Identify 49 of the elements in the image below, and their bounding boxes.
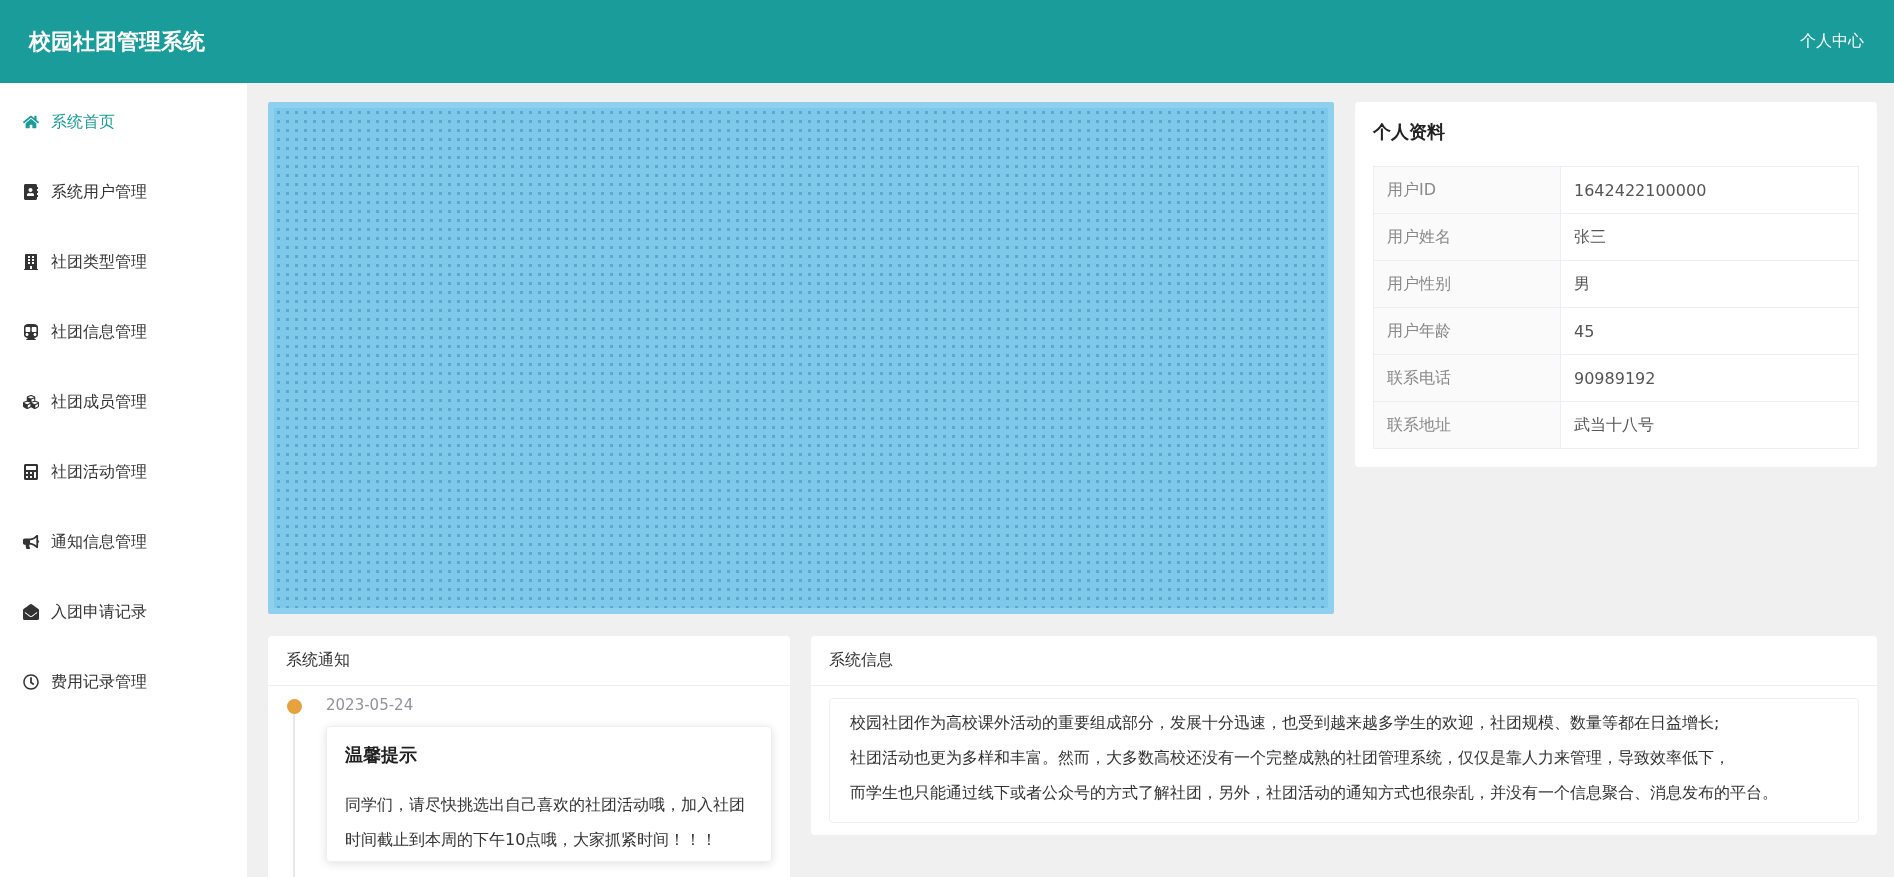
sidebar-item[interactable]: 通知信息管理 [0, 507, 247, 577]
profile-label-cell: 用户性别 [1373, 260, 1561, 308]
profile-label-cell: 联系电话 [1373, 354, 1561, 402]
sidebar-item[interactable]: 系统用户管理 [0, 157, 247, 227]
sidebar-item[interactable]: 社团类型管理 [0, 227, 247, 297]
profile-value-cell: 1642422100000 [1560, 166, 1859, 214]
profile-label-cell: 用户姓名 [1373, 213, 1561, 261]
profile-value-cell: 90989192 [1560, 354, 1859, 402]
sidebar-item[interactable]: 费用记录管理 [0, 647, 247, 717]
calculator-icon [23, 464, 39, 480]
system-info-title: 系统信息 [811, 636, 1877, 686]
profile-title: 个人资料 [1372, 120, 1446, 144]
sidebar-item-label: 社团成员管理 [51, 391, 147, 413]
sidebar-item-label: 系统首页 [51, 111, 115, 133]
sidebar-item[interactable]: 社团信息管理 [0, 297, 247, 367]
app-title: 校园社团管理系统 [29, 27, 205, 56]
system-info-paragraph: 校园社团作为高校课外活动的重要组成部分，发展十分迅速，也受到越来越多学生的欢迎，社团规模、数量等都在日益增长; [850, 712, 1721, 734]
sidebar-item-label: 系统用户管理 [51, 181, 147, 203]
train-icon [23, 324, 39, 340]
profile-value-cell: 张三 [1560, 213, 1859, 261]
clock-icon [23, 674, 39, 690]
sidebar-item-label: 社团信息管理 [51, 321, 147, 343]
profile-value-cell: 武当十八号 [1560, 401, 1859, 449]
contact-card-icon [23, 184, 39, 200]
sidebar-item-label: 社团活动管理 [51, 461, 147, 483]
sidebar-item[interactable]: 入团申请记录 [0, 577, 247, 647]
profile-value-cell: 男 [1560, 260, 1859, 308]
notice-card-title: 系统通知 [268, 636, 790, 686]
building-icon [23, 254, 39, 270]
profile-label-cell: 用户ID [1373, 166, 1561, 214]
home-icon [23, 114, 39, 130]
sidebar-item-label: 入团申请记录 [51, 601, 147, 623]
system-info-paragraph: 而学生也只能通过线下或者公众号的方式了解社团，另外，社团活动的通知方式也很杂乱，并没有一个信息聚合、消息发布的平台。 [850, 782, 1779, 804]
notice-text: 同学们，请尽快挑选出自己喜欢的社团活动哦，加入社团时间截止到本周的下午10点哦，大家抓紧时间！！！ [345, 794, 746, 851]
sidebar-item[interactable]: 社团活动管理 [0, 437, 247, 507]
sidebar-item-label: 费用记录管理 [51, 671, 147, 693]
timeline-dot [286, 699, 302, 714]
profile-value-cell: 45 [1560, 307, 1859, 355]
megaphone-icon [23, 534, 39, 550]
profile-label-cell: 用户年龄 [1373, 307, 1561, 355]
sidebar-item-label: 通知信息管理 [51, 531, 147, 553]
notice-date: 2023-05-24 [326, 696, 415, 714]
envelope-icon [23, 604, 39, 620]
sidebar-item[interactable]: 社团成员管理 [0, 367, 247, 437]
profile-label-cell: 联系地址 [1373, 401, 1561, 449]
sidebar-item-label: 社团类型管理 [51, 251, 147, 273]
cubes-icon [23, 394, 39, 410]
notice-title: 温馨提示 [345, 743, 418, 767]
system-info-paragraph: 社团活动也更为多样和丰富。然而，大多数高校还没有一个完整成熟的社团管理系统，仅仅是靠人力来管理，导致效率低下， [850, 747, 1731, 769]
